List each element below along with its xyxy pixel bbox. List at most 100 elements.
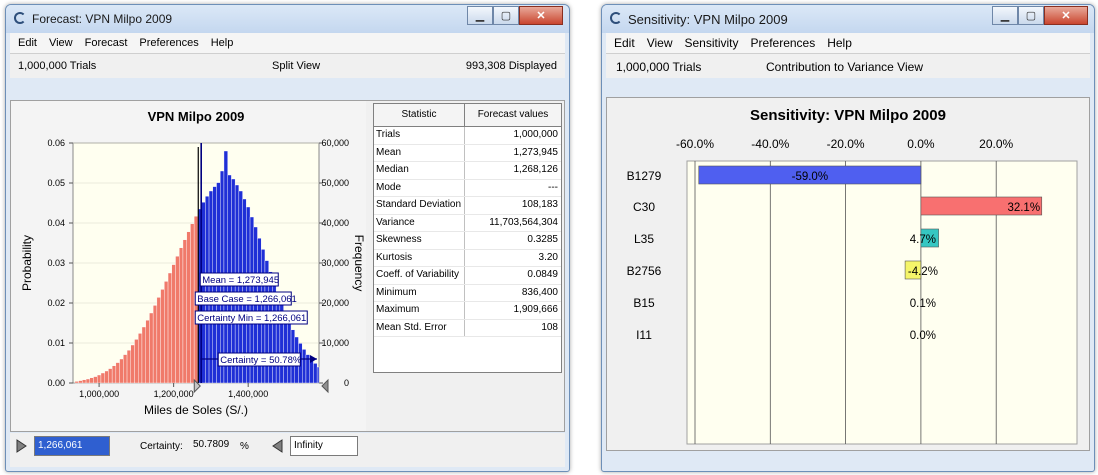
histogram-bar bbox=[160, 289, 165, 384]
menu-edit[interactable]: Edit bbox=[614, 36, 635, 50]
menu-view[interactable]: View bbox=[647, 36, 673, 50]
histogram-bar bbox=[313, 363, 318, 384]
x-tick-label: 1,200,000 bbox=[154, 389, 194, 399]
forecast-content: VPN Milpo 2009 0.00 0 0.01 10,000 0.02 20,000 0… bbox=[10, 100, 565, 432]
menu-help[interactable]: Help bbox=[827, 36, 852, 50]
statistic-value: 0.0849 bbox=[527, 269, 558, 280]
y-tick-label-right: 60,000 bbox=[321, 138, 349, 148]
trials-label: 1,000,000 Trials bbox=[18, 60, 97, 72]
statistic-value: 1,273,945 bbox=[513, 146, 559, 158]
displayed-label: 993,308 Displayed bbox=[465, 60, 557, 72]
bar-value-label: -4.2% bbox=[908, 266, 938, 278]
histogram-bar bbox=[141, 326, 146, 384]
y-tick-label-right: 10,000 bbox=[321, 338, 349, 348]
x-tick-label: 0.0% bbox=[907, 137, 935, 151]
lower-bound-input[interactable]: 1,266,061 bbox=[34, 436, 110, 456]
histogram-bar bbox=[167, 272, 172, 384]
y-tick-label-right: 40,000 bbox=[321, 218, 349, 228]
y-tick-label-left: 0.06 bbox=[47, 138, 65, 148]
statistic-value: 11,703,564,304 bbox=[489, 216, 558, 228]
menu-view[interactable]: View bbox=[49, 37, 73, 49]
histogram-bar bbox=[149, 312, 154, 384]
minimize-button[interactable]: ▁ bbox=[992, 6, 1018, 25]
statistic-value: 1,909,666 bbox=[513, 304, 559, 315]
upper-grabber-icon[interactable] bbox=[272, 439, 284, 453]
menu-preferences[interactable]: Preferences bbox=[751, 36, 816, 50]
upper-bound-input[interactable]: Infinity bbox=[290, 436, 358, 456]
statistic-name: Mean bbox=[374, 144, 465, 161]
y-tick-label-left: 0.01 bbox=[47, 338, 65, 348]
statistics-row: Skewness 0.3285 bbox=[374, 232, 561, 250]
maximize-button[interactable]: ▢ bbox=[1018, 6, 1044, 25]
histogram-bar bbox=[108, 368, 113, 384]
statistic-value: --- bbox=[548, 181, 558, 193]
category-label: I11 bbox=[636, 328, 652, 342]
info-bar: 1,000,000 Trials Split View 993,308 Disp… bbox=[10, 53, 565, 78]
menu-help[interactable]: Help bbox=[211, 37, 234, 49]
histogram-bar bbox=[119, 358, 124, 384]
statistics-row: Kurtosis 3.20 bbox=[374, 249, 561, 267]
x-tick-label: -60.0% bbox=[676, 137, 714, 151]
category-label: B15 bbox=[633, 296, 655, 310]
statistic-name: Maximum bbox=[374, 302, 465, 319]
certainty-bar: 1,266,061 Certainty: 50.7809 % Infinity bbox=[10, 433, 565, 467]
x-tick-label: 20.0% bbox=[979, 137, 1013, 151]
bar-value-label: 4.7% bbox=[910, 234, 936, 246]
statistic-value: 1,268,126 bbox=[513, 164, 559, 175]
chart-title: VPN Milpo 2009 bbox=[148, 109, 245, 124]
menu-preferences[interactable]: Preferences bbox=[139, 37, 198, 49]
maximize-button[interactable]: ▢ bbox=[493, 6, 519, 25]
menu-sensitivity[interactable]: Sensitivity bbox=[684, 36, 738, 50]
histogram-bar bbox=[316, 366, 320, 384]
histogram-bar bbox=[287, 321, 292, 384]
histogram-bar bbox=[145, 319, 150, 384]
histogram-bar bbox=[138, 333, 143, 384]
histogram-bar bbox=[309, 359, 314, 384]
histogram-bar bbox=[179, 247, 184, 384]
close-button[interactable]: ✕ bbox=[1044, 6, 1088, 25]
annotation-certainty_min: Certainty Min = 1,266,061 bbox=[197, 313, 306, 324]
y-axis-label: Probability bbox=[20, 235, 34, 291]
statistic-column-header: Statistic bbox=[374, 104, 465, 126]
chart-title: Sensitivity: VPN Milpo 2009 bbox=[750, 107, 946, 124]
sensitivity-titlebar[interactable]: Sensitivity: VPN Milpo 2009 ▁ ▢ ✕ bbox=[602, 5, 1094, 33]
histogram-bar bbox=[123, 354, 128, 384]
x-tick-label: 1,400,000 bbox=[228, 389, 268, 399]
y-tick-label-left: 0.03 bbox=[47, 258, 65, 268]
menu-edit[interactable]: Edit bbox=[18, 37, 37, 49]
histogram-bar bbox=[130, 344, 135, 384]
menubar: Edit View Sensitivity Preferences Help bbox=[606, 33, 1090, 53]
y-tick-label-right: 50,000 bbox=[321, 178, 349, 188]
histogram-bar bbox=[186, 231, 191, 384]
bar-value-label: 0.0% bbox=[910, 330, 936, 342]
statistics-row: Coeff. of Variability 0.0849 bbox=[374, 267, 561, 285]
app-icon bbox=[14, 12, 26, 24]
statistic-name: Skewness bbox=[374, 232, 465, 249]
x-tick-label: -20.0% bbox=[827, 137, 865, 151]
histogram-bar bbox=[85, 378, 90, 384]
statistic-name: Minimum bbox=[374, 284, 465, 301]
statistics-row: Maximum 1,909,666 bbox=[374, 302, 561, 320]
statistic-value: 1,000,000 bbox=[513, 129, 559, 140]
statistic-name: Mode bbox=[374, 179, 465, 196]
histogram-bar bbox=[152, 305, 158, 384]
lower-grabber-icon[interactable] bbox=[15, 439, 27, 453]
menu-forecast[interactable]: Forecast bbox=[85, 37, 128, 49]
certainty-input[interactable]: 50.7809 bbox=[190, 436, 238, 456]
y-tick-label-right: 30,000 bbox=[321, 258, 349, 268]
y-tick-label-left: 0.04 bbox=[47, 218, 65, 228]
forecast-titlebar[interactable]: Forecast: VPN Milpo 2009 ▁ ▢ ✕ bbox=[6, 5, 569, 33]
histogram-bar bbox=[104, 370, 109, 384]
sensitivity-window: Sensitivity: VPN Milpo 2009 ▁ ▢ ✕ Edit V… bbox=[601, 4, 1095, 472]
sensitivity-chart: Sensitivity: VPN Milpo 2009 -60.0% -40.0% -… bbox=[627, 107, 1078, 445]
statistics-row: Mode --- bbox=[374, 179, 561, 197]
histogram-bar bbox=[182, 239, 187, 384]
statistics-row: Variance 11,703,564,304 bbox=[374, 214, 561, 232]
histogram-bar bbox=[115, 362, 120, 384]
minimize-button[interactable]: ▁ bbox=[467, 6, 493, 25]
histogram-bar bbox=[82, 379, 87, 384]
close-button[interactable]: ✕ bbox=[519, 6, 563, 25]
histogram-bar bbox=[111, 365, 117, 384]
bar-value-label: 0.1% bbox=[910, 298, 936, 310]
statistics-row: Minimum 836,400 bbox=[374, 284, 561, 302]
